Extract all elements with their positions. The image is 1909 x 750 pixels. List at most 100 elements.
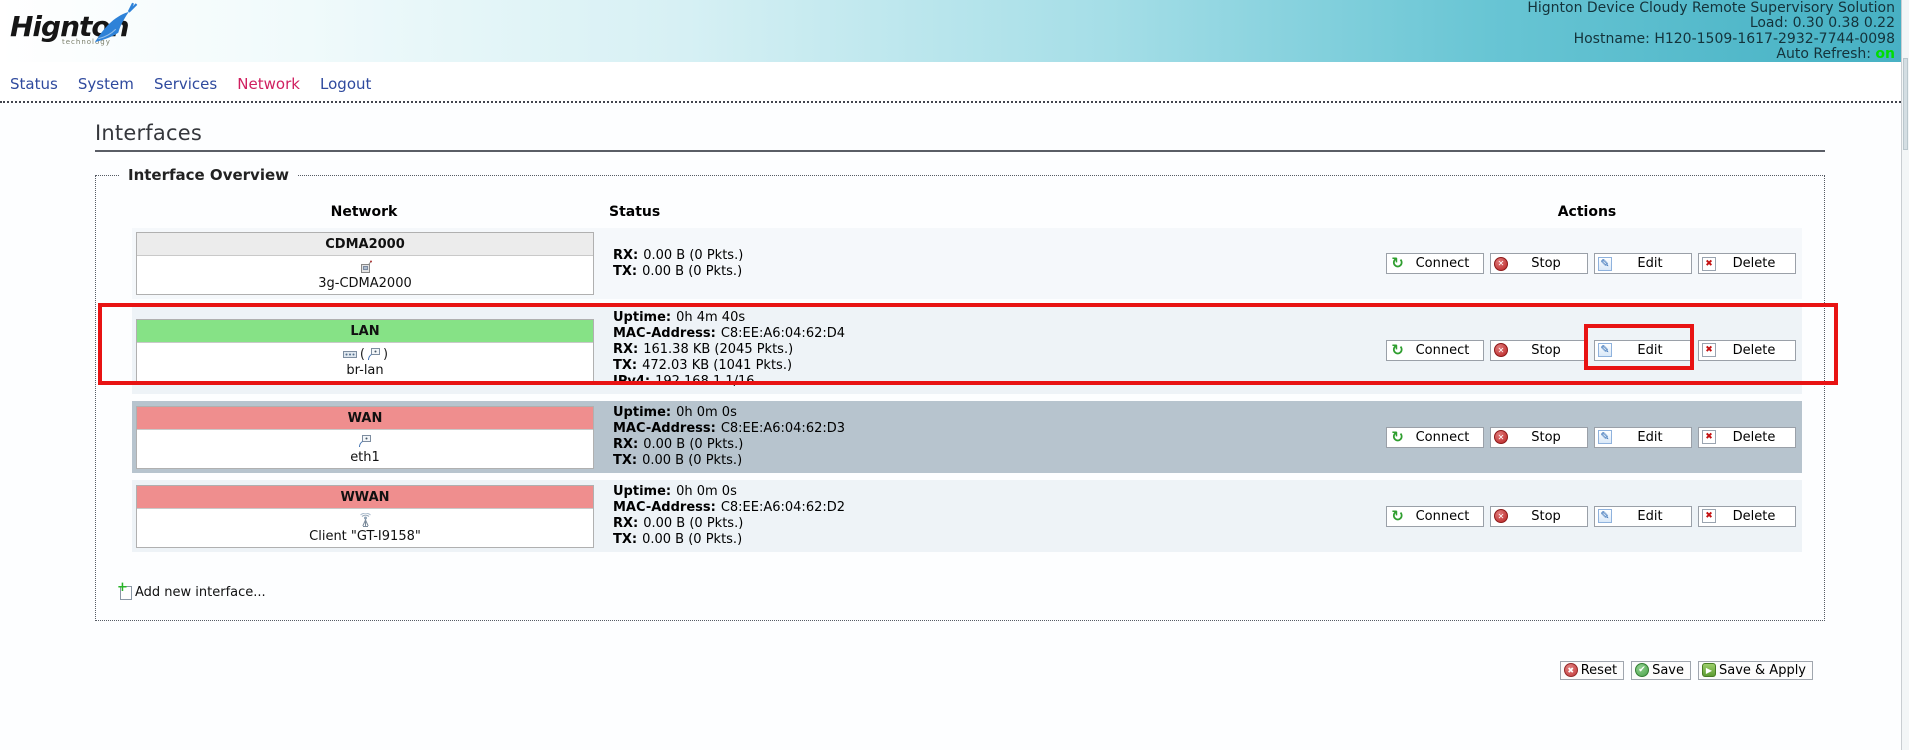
nav-item-network[interactable]: Network: [237, 75, 300, 93]
status-cell: RX:0.00 B (0 Pkts.) TX:0.00 B (0 Pkts.): [600, 248, 1376, 280]
product-title: Hignton Device Cloudy Remote Supervisory…: [1527, 1, 1895, 16]
status-line: TX:0.00 B (0 Pkts.): [613, 532, 1376, 548]
status-cell: Uptime:0h 0m 0s MAC-Address:C8:EE:A6:04:…: [600, 405, 1376, 469]
interface-overview-section: Interface Overview Network Status Action…: [95, 166, 1825, 621]
status-line-value: 0.00 B (0 Pkts.): [643, 516, 743, 531]
network-box: CDMA2000 3g-CDMA2000: [136, 232, 594, 295]
system-info-block: Hignton Device Cloudy Remote Supervisory…: [1527, 1, 1895, 63]
stop-button[interactable]: Stop: [1490, 253, 1588, 274]
edit-button[interactable]: Edit: [1594, 427, 1692, 448]
network-body: Client "GT-I9158": [137, 509, 593, 547]
scrollbar-thumb[interactable]: [1903, 58, 1908, 150]
status-line: RX: 161.38 KB (2045 Pkts.): [613, 342, 1376, 358]
status-line-value: C8:EE:A6:04:62:D2: [721, 500, 845, 515]
connect-label: Connect: [1405, 343, 1480, 358]
status-line-label: Uptime:: [613, 310, 671, 325]
save-apply-button[interactable]: Save & Apply: [1698, 661, 1813, 680]
stop-label: Stop: [1508, 256, 1584, 271]
status-line-label: RX:: [613, 516, 638, 531]
bridge-icon: ( ): [342, 346, 388, 363]
network-name: LAN: [137, 320, 593, 343]
status-line: Uptime:0h 4m 40s: [613, 310, 1376, 326]
connect-button[interactable]: Connect: [1386, 506, 1484, 527]
status-line-label: TX:: [613, 358, 637, 373]
add-interface-label: Add new interface...: [135, 585, 266, 600]
network-body: eth1: [137, 430, 593, 468]
save-label: Save: [1652, 663, 1684, 678]
section-legend: Interface Overview: [120, 166, 297, 184]
status-line-label: Uptime:: [613, 405, 671, 420]
status-line: IPv4:192.168.1.1/16: [613, 374, 1376, 390]
status-line-label: RX:: [613, 342, 638, 357]
connect-label: Connect: [1405, 430, 1480, 445]
connect-icon: [1390, 343, 1405, 358]
status-line-label: MAC-Address:: [613, 326, 716, 341]
delete-icon: [1702, 343, 1716, 357]
edit-label: Edit: [1612, 256, 1688, 271]
edit-button[interactable]: Edit: [1594, 506, 1692, 527]
reset-button[interactable]: Reset: [1560, 661, 1624, 680]
status-line-value: 472.03 KB (1041 Pkts.): [642, 358, 792, 373]
delete-button[interactable]: Delete: [1698, 427, 1796, 448]
status-line-label: Uptime:: [613, 484, 671, 499]
connect-button[interactable]: Connect: [1386, 340, 1484, 361]
actions-cell: Connect Stop Edit Delete: [1376, 506, 1798, 527]
page-title: Interfaces: [95, 121, 1825, 145]
add-new-interface-link[interactable]: Add new interface...: [120, 585, 266, 600]
connect-button[interactable]: Connect: [1386, 253, 1484, 274]
edit-button-lan[interactable]: Edit: [1594, 340, 1692, 361]
status-line: MAC-Address: C8:EE:A6:04:62:D2: [613, 500, 1376, 516]
status-line-value: 161.38 KB (2045 Pkts.): [643, 342, 793, 357]
footer-button-bar: Reset Save Save & Apply: [95, 661, 1813, 680]
connect-label: Connect: [1405, 509, 1480, 524]
nav-item-system[interactable]: System: [78, 75, 134, 93]
bridge-paren-close: ): [383, 347, 388, 362]
interface-table: Network Status Actions CDMA2000 3g-CDMA2…: [132, 204, 1802, 552]
stop-button[interactable]: Stop: [1490, 340, 1588, 361]
page-title-wrap: Interfaces: [95, 121, 1825, 152]
network-cell: WAN eth1: [136, 406, 600, 469]
stop-button[interactable]: Stop: [1490, 427, 1588, 448]
status-line-label: TX:: [613, 453, 637, 468]
status-line: TX:0.00 B (0 Pkts.): [613, 453, 1376, 469]
nav-item-services[interactable]: Services: [154, 75, 217, 93]
column-header-status: Status: [596, 204, 1372, 220]
stop-label: Stop: [1508, 430, 1584, 445]
edit-label: Edit: [1612, 509, 1688, 524]
status-line-value: C8:EE:A6:04:62:D4: [721, 326, 845, 341]
delete-button[interactable]: Delete: [1698, 253, 1796, 274]
edit-button[interactable]: Edit: [1594, 253, 1692, 274]
stop-icon: [1494, 257, 1508, 271]
delete-icon: [1702, 430, 1716, 444]
status-line: Uptime: 0h 0m 0s: [613, 405, 1376, 421]
edit-icon: [1598, 430, 1612, 444]
scrollbar-track[interactable]: [1901, 0, 1909, 750]
connect-button[interactable]: Connect: [1386, 427, 1484, 448]
save-button[interactable]: Save: [1631, 661, 1691, 680]
ethernet-port-icon: [367, 347, 381, 361]
edit-label: Edit: [1612, 430, 1688, 445]
table-row-lan: LAN ( ) br-lan Uptime:0h: [132, 306, 1802, 394]
delete-button[interactable]: Delete: [1698, 506, 1796, 527]
status-line-label: MAC-Address:: [613, 500, 716, 515]
delete-button[interactable]: Delete: [1698, 340, 1796, 361]
status-line-value: 0.00 B (0 Pkts.): [643, 437, 743, 452]
nav-item-logout[interactable]: Logout: [320, 75, 371, 93]
actions-cell: Connect Stop Edit Delete: [1376, 253, 1798, 274]
table-row-wan: WAN eth1 Uptime:0h 0m 0s MAC-Address:C8:…: [132, 401, 1802, 473]
network-cell: WWAN Client "GT-I9158": [136, 485, 600, 548]
page-root: Hignton technology Hignton Device Cloudy…: [0, 0, 1909, 750]
status-line-value: 0h 0m 0s: [676, 405, 737, 420]
load-value: 0.30 0.38 0.22: [1793, 15, 1895, 31]
interface-device-label: Client "GT-I9158": [309, 529, 421, 544]
brand-logo: Hignton technology: [10, 12, 129, 46]
status-cell: Uptime:0h 4m 40s MAC-Address: C8:EE:A6:04…: [600, 310, 1376, 390]
connect-label: Connect: [1405, 256, 1480, 271]
table-header-row: Network Status Actions: [132, 204, 1802, 220]
reset-label: Reset: [1581, 663, 1617, 678]
network-cell: CDMA2000 3g-CDMA2000: [136, 232, 600, 295]
nav-item-status[interactable]: Status: [10, 75, 58, 93]
stop-button[interactable]: Stop: [1490, 506, 1588, 527]
bridge-paren-open: (: [360, 347, 365, 362]
status-line: TX: 472.03 KB (1041 Pkts.): [613, 358, 1376, 374]
